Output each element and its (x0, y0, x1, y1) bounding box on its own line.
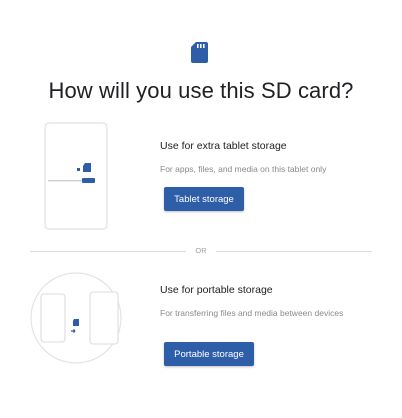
dialog-title: How will you use this SD card? (48, 78, 354, 103)
portable-storage-description: For transferring files and media between… (160, 308, 344, 318)
divider-line-right (216, 251, 372, 252)
tablet-storage-illustration (44, 122, 108, 230)
divider-label: OR (195, 246, 207, 255)
sd-card-icon (191, 42, 208, 63)
portable-storage-button[interactable]: Portable storage (164, 342, 254, 366)
divider-line-left (30, 251, 186, 252)
tablet-storage-button[interactable]: Tablet storage (164, 187, 244, 211)
tablet-storage-title: Use for extra tablet storage (160, 140, 287, 152)
portable-storage-title: Use for portable storage (160, 284, 273, 296)
tablet-storage-description: For apps, files, and media on this table… (160, 164, 327, 174)
sd-card-setup-dialog: How will you use this SD card? Use for e… (0, 0, 402, 418)
portable-storage-illustration (30, 272, 122, 364)
